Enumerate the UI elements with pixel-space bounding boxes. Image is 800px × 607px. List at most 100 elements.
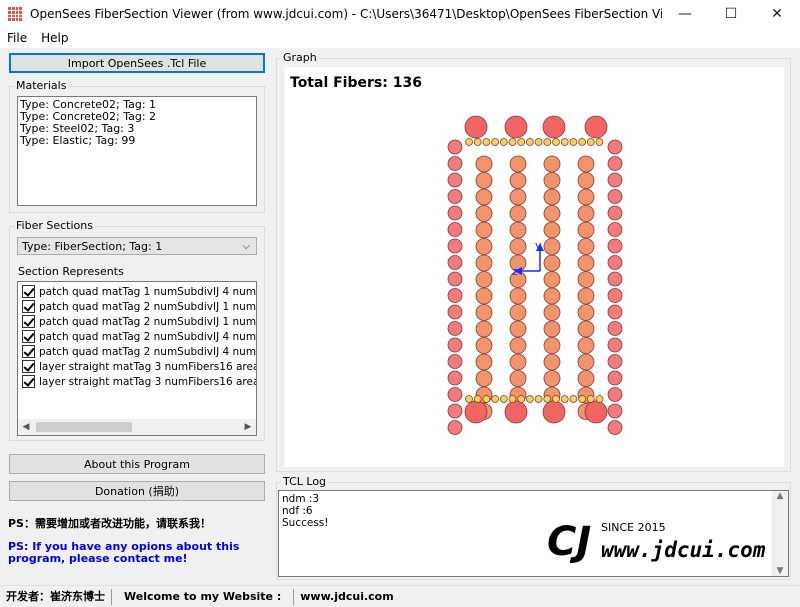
cover-fiber [447,304,463,320]
app-icon [8,7,22,21]
checkbox[interactable] [22,360,35,373]
bottom-fiber [584,400,608,424]
list-item[interactable]: patch quad matTag 1 numSubdivIJ 4 numSub… [18,284,256,299]
graph-canvas[interactable]: Total Fibers: 136 y z [284,67,784,467]
core-fiber [577,188,595,206]
section-represents-list[interactable]: patch quad matTag 1 numSubdivIJ 4 numSub… [17,281,257,436]
core-fiber [509,221,527,239]
tcl-log-textarea[interactable]: ndm :3 ndf :6 Success! ▲ ▼ CJ SINCE 2015… [278,490,789,577]
checkbox[interactable] [22,345,35,358]
cover-fiber [447,139,463,155]
list-item[interactable]: patch quad matTag 2 numSubdivIJ 1 numSub… [18,314,256,329]
core-fiber [509,353,527,371]
core-fiber [543,254,561,272]
core-fiber [475,287,493,305]
logo-mark: CJ [547,519,591,565]
cover-fiber [447,403,463,419]
list-item[interactable]: Type: Elastic; Tag: 99 [18,135,256,147]
rebar-fiber [517,138,526,146]
list-item[interactable]: layer straight matTag 3 numFibers16 area… [18,359,256,374]
rebar-fiber [491,138,500,146]
about-button[interactable]: About this Program [9,454,265,474]
core-fiber [475,254,493,272]
list-item[interactable]: patch quad matTag 2 numSubdivIJ 4 numSub… [18,344,256,359]
donation-button[interactable]: Donation (捐助) [9,481,265,501]
core-fiber [543,337,561,354]
top-fiber [584,115,608,139]
core-fiber [543,221,561,239]
core-fiber [577,287,595,305]
core-fiber [475,188,493,206]
checkbox[interactable] [22,285,35,298]
website-link[interactable]: www.jdcui.com [294,589,399,605]
list-item[interactable]: patch quad matTag 2 numSubdivIJ 1 numSub… [18,299,256,314]
minimize-button[interactable]: — [662,0,708,28]
core-fiber [577,238,595,255]
section-select[interactable]: Type: FiberSection; Tag: 1 ⌵ [17,237,257,255]
core-fiber [509,238,527,255]
checkbox[interactable] [22,300,35,313]
materials-list[interactable]: Type: Concrete02; Tag: 1 Type: Concrete0… [17,96,257,206]
status-bar: 开发者：崔济东博士 Welcome to my Website : www.jd… [0,585,800,607]
horizontal-scrollbar[interactable]: ◀ ▶ [18,419,256,435]
menu-help[interactable]: Help [34,31,75,45]
rebar-fiber [569,138,578,146]
maximize-button[interactable]: ☐ [708,0,754,28]
scroll-right-icon[interactable]: ▶ [240,422,256,432]
core-fiber [509,205,527,222]
ps-english-text: PS: If you have any opions about this pr… [8,540,240,565]
cover-fiber [607,387,623,402]
import-tcl-button[interactable]: Import OpenSees .Tcl File [9,53,265,73]
list-item[interactable]: layer straight matTag 3 numFibers16 area… [18,374,256,389]
rebar-fiber [508,395,517,403]
core-fiber [543,172,561,189]
top-fiber [504,115,528,139]
rebar-fiber [491,395,500,403]
cover-fiber [607,370,623,386]
rebar-fiber [499,395,508,403]
rebar-fiber [543,395,552,403]
logo-site: www.jdcui.com [601,538,766,562]
tcl-log-group: TCL Log ndm :3 ndf :6 Success! ▲ ▼ CJ SI… [276,475,791,580]
core-fiber [509,370,527,387]
bottom-fiber [504,400,528,424]
cover-fiber [607,238,623,254]
rebar-fiber [473,138,482,146]
core-fiber [475,155,493,173]
top-fiber [542,115,566,139]
close-button[interactable]: ✕ [754,0,800,28]
list-item[interactable]: patch quad matTag 2 numSubdivIJ 4 numSub… [18,329,256,344]
core-fiber [509,320,527,338]
rebar-fiber [560,395,569,403]
core-fiber [475,353,493,371]
core-fiber [475,320,493,338]
scroll-up-icon[interactable]: ▲ [777,491,784,501]
rebar-fiber [569,395,578,403]
logo-since: SINCE 2015 [601,521,666,534]
cover-fiber [447,321,463,336]
checkbox[interactable] [22,330,35,343]
core-fiber [577,304,595,321]
scroll-left-icon[interactable]: ◀ [18,422,34,432]
log-line: ndm :3 [282,493,320,505]
checkbox[interactable] [22,315,35,328]
menu-file[interactable]: File [0,31,34,45]
rebar-fiber [499,138,508,146]
tcl-log-label: TCL Log [281,475,329,489]
core-fiber [509,287,527,305]
rebar-fiber [595,395,604,403]
rebar-fiber [525,395,534,403]
cover-fiber [607,255,623,270]
fiber-sections-label: Fiber Sections [14,219,95,233]
core-fiber [577,172,595,189]
section-select-value: Type: FiberSection; Tag: 1 [22,239,163,253]
scroll-thumb[interactable] [36,422,132,432]
cover-fiber [447,172,463,188]
bottom-fiber [542,400,566,424]
cover-fiber [447,387,463,402]
core-fiber [509,337,527,354]
checkbox[interactable] [22,375,35,388]
core-fiber [577,205,595,222]
fiber-section-plot: y z [447,115,623,435]
section-represents-label: Section Represents [18,265,124,278]
